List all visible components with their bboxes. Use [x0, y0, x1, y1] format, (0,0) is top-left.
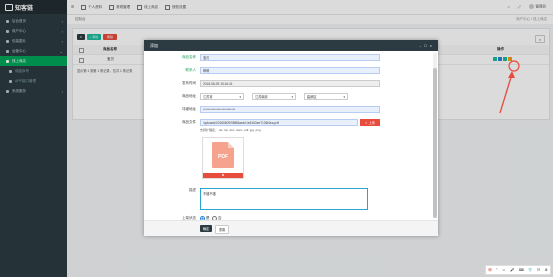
highlight-circle [508, 60, 520, 72]
ime-keyboard-icon[interactable]: ⌨ [519, 268, 524, 272]
ime-toolbar: 中 ° ☺ 🎤 ⌨ 👕 ☷ ⚙ [485, 265, 551, 275]
ime-settings-icon[interactable]: ⚙ [545, 268, 548, 272]
annotation-arrow [499, 60, 520, 114]
ime-chinese-icon[interactable]: 中 [488, 268, 492, 273]
arrow-line [499, 73, 513, 114]
ime-emoji-icon[interactable]: ☺ [502, 268, 506, 272]
ime-skin-icon[interactable]: 👕 [528, 268, 532, 272]
ime-punct-icon[interactable]: ° [496, 268, 497, 272]
arrow-head [508, 71, 515, 78]
ime-grid-icon[interactable]: ☷ [537, 268, 540, 272]
ime-mic-icon[interactable]: 🎤 [510, 268, 514, 272]
